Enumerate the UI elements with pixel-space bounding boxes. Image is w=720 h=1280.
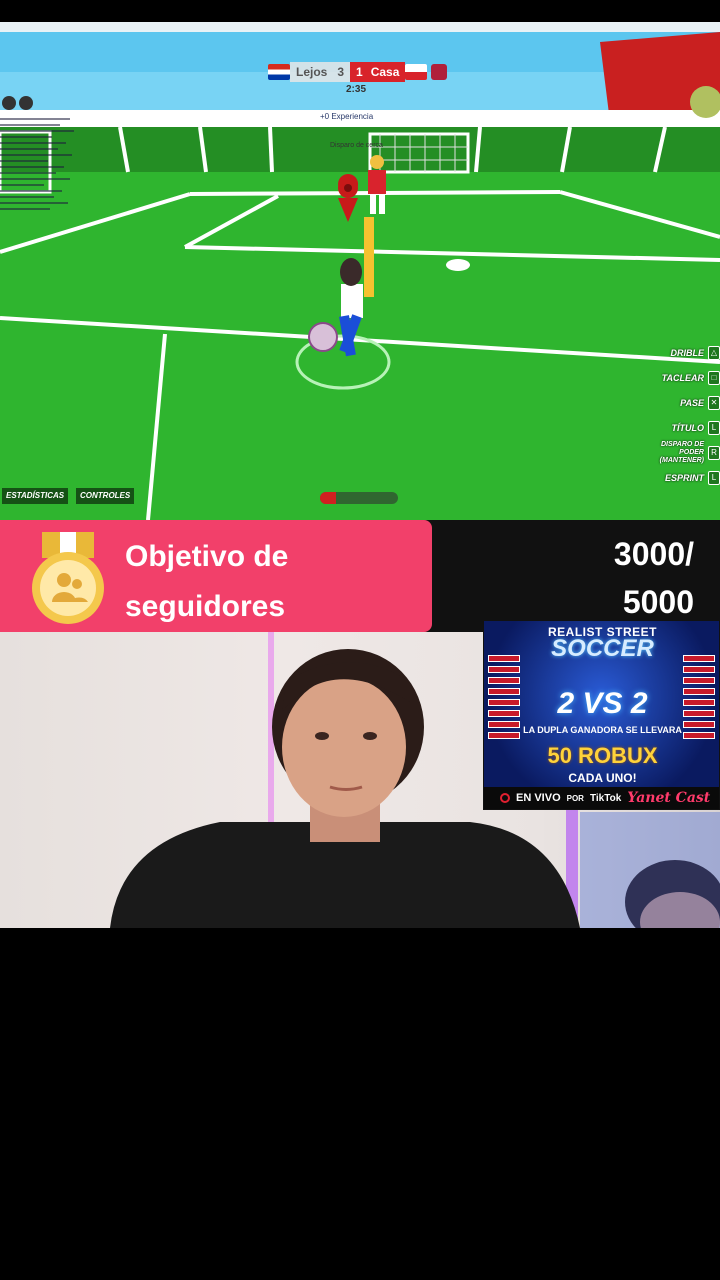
square-icon: □ [708,370,720,385]
control-label: TÍTULO [671,422,705,433]
poster-title-line2: SOCCER [551,635,654,662]
stream-screen: Lejos 3 1 Casa 2:35 +0 Experiencia Dispa… [0,0,720,1280]
controls-button[interactable]: CONTROLES [76,488,135,504]
control-label: DRIBLE [670,347,705,358]
control-tackle: TACLEAR □ [610,365,720,390]
poster-matchup: 2 VS 2 [557,687,648,720]
control-label: PASE [680,397,704,408]
control-pass: PASE ✕ [610,390,720,415]
game-viewport[interactable]: Lejos 3 1 Casa 2:35 +0 Experiencia Dispa… [0,22,720,520]
goal-progress: 3000/ 5000 [554,530,694,626]
stamina-bar [320,492,398,504]
control-title: TÍTULO L [610,415,720,440]
control-dribble: DRIBLE △ [610,340,720,365]
away-team-name: Lejos [296,65,328,79]
scoreboard: Lejos 3 1 Casa [268,62,448,82]
triangle-icon: △ [708,345,720,360]
control-label: DISPARO DE PODER (MANTENER) [659,440,704,464]
match-clock: 2:35 [346,84,367,95]
goal-title: Objetivo de seguidores [125,540,289,623]
home-team: 1 Casa [350,62,406,82]
control-power-shot: DISPARO DE PODER (MANTENER) R [610,440,720,465]
r-key-icon: R [708,445,720,460]
control-label: ESPRINT [664,472,704,483]
poster-footer: EN VIVO POR TikTok Yanet Cast [484,787,719,809]
cross-icon: ✕ [708,395,720,410]
trophy-icon [431,64,448,80]
by-label: POR [566,793,584,803]
settings-icon[interactable] [19,96,33,110]
poster-each: CADA UNO! [568,771,637,785]
home-team-name: Casa [370,65,400,79]
tiktok-label: TikTok [589,792,622,804]
menu-icon[interactable] [2,96,16,110]
l-key-icon: L [708,470,720,485]
poster-prize: 50 ROBUX [547,743,658,768]
goal-banner: Objetivo de seguidores [0,520,432,632]
stats-button[interactable]: ESTADÍSTICAS [2,488,69,504]
home-flag-icon [405,64,428,80]
shot-label: Disparo de cerca [330,142,383,149]
goal-count: 3000/ 5000 [613,536,694,620]
experience-notice: +0 Experiencia [320,112,374,121]
l-key-icon: L [708,420,720,435]
tournament-poster: REALIST STREET SOCCER 2 VS 2 LA DUPLA GA… [483,620,720,810]
controls-hint-panel: DRIBLE △ TACLEAR □ PASE ✕ TÍTULO L DISPA… [610,340,720,490]
away-team: Lejos 3 [290,62,351,82]
home-score: 1 [356,65,363,79]
chat-log [0,114,80,254]
medal-icon [32,532,104,624]
follower-goal-widget: Objetivo de seguidores 3000/ 5000 [0,520,720,632]
control-label: TACLEAR [661,372,704,383]
live-icon [500,793,510,803]
creator-name: Yanet Cast [627,790,711,806]
away-score: 3 [337,65,345,79]
stamina-fill [320,492,336,504]
top-left-icons [2,96,33,110]
away-flag-icon [268,64,290,80]
control-sprint: ESPRINT L [610,465,720,490]
poster-subtitle: LA DUPLA GANADORA SE LLEVARA [523,725,682,735]
live-label: EN VIVO [516,792,561,804]
